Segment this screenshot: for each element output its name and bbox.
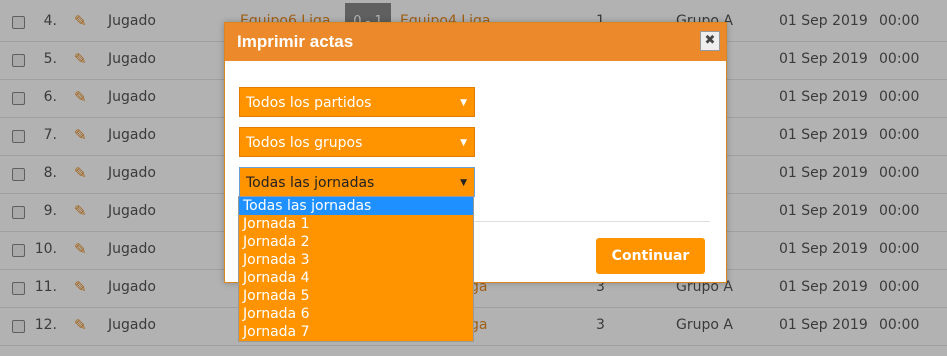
dropdown-option[interactable]: Jornada 1 — [239, 215, 473, 233]
dropdown-option[interactable]: Todas las jornadas — [239, 197, 473, 215]
dropdown-option[interactable]: Jornada 3 — [239, 251, 473, 269]
dialog-title: Imprimir actas — [237, 32, 354, 51]
rounds-select-value: Todas las jornadas — [246, 175, 375, 191]
matches-select-value: Todos los partidos — [246, 95, 372, 111]
matches-select[interactable]: Todos los partidos ▼ — [239, 87, 475, 117]
dropdown-option[interactable]: Jornada 7 — [239, 323, 473, 341]
groups-select-value: Todos los grupos — [246, 135, 363, 151]
chevron-down-icon: ▼ — [460, 178, 467, 188]
groups-select[interactable]: Todos los grupos ▼ — [239, 127, 475, 157]
chevron-down-icon: ▼ — [460, 138, 467, 148]
chevron-down-icon: ▼ — [460, 98, 467, 108]
dropdown-option[interactable]: Jornada 2 — [239, 233, 473, 251]
continue-button[interactable]: Continuar — [596, 238, 705, 274]
dialog-header: Imprimir actas — [225, 23, 726, 61]
rounds-dropdown-list: Todas las jornadas Jornada 1 Jornada 2 J… — [238, 196, 474, 342]
close-icon[interactable]: ✖ — [700, 31, 720, 51]
footer-divider — [469, 221, 710, 222]
dropdown-option[interactable]: Jornada 6 — [239, 305, 473, 323]
dropdown-option[interactable]: Jornada 4 — [239, 269, 473, 287]
dropdown-option[interactable]: Jornada 5 — [239, 287, 473, 305]
rounds-select[interactable]: Todas las jornadas ▼ — [239, 167, 475, 197]
